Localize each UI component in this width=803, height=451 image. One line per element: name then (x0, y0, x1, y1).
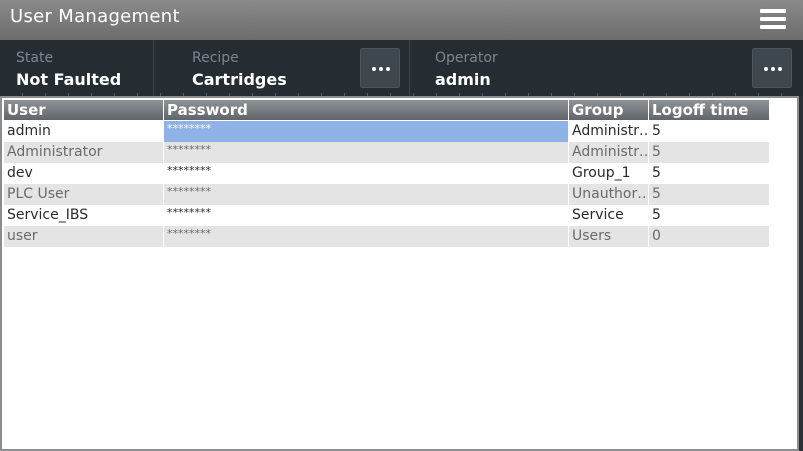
column-header-group[interactable]: Group (569, 100, 649, 120)
column-divider (568, 121, 569, 142)
title-bar: User Management (0, 0, 803, 40)
column-divider (648, 163, 649, 184)
operator-label: Operator (435, 50, 498, 66)
recipe-more-button[interactable] (360, 48, 400, 88)
cell-user[interactable]: Service_IBS (4, 205, 164, 226)
column-divider (163, 142, 164, 163)
cell-password[interactable]: ******** (164, 121, 569, 142)
column-divider (568, 142, 569, 163)
cell-password[interactable]: ******** (164, 142, 569, 163)
cell-password[interactable]: ******** (164, 184, 569, 205)
column-divider (568, 226, 569, 247)
status-bar: State Not Faulted Recipe Cartridges Oper… (0, 40, 803, 96)
cell-user[interactable]: PLC User (4, 184, 164, 205)
cell-user[interactable]: dev (4, 163, 164, 184)
operator-more-button[interactable] (752, 48, 792, 88)
cell-user[interactable]: user (4, 226, 164, 247)
column-divider (163, 184, 164, 205)
column-divider (648, 226, 649, 247)
cell-group[interactable]: Service (569, 205, 649, 226)
column-divider (648, 142, 649, 163)
cell-password[interactable]: ******** (164, 163, 569, 184)
page-title: User Management (10, 6, 180, 27)
cell-group[interactable]: Administr… (569, 142, 649, 163)
column-divider (568, 163, 569, 184)
cell-password[interactable]: ******** (164, 226, 569, 247)
column-header-password[interactable]: Password (164, 100, 569, 120)
column-divider (163, 121, 164, 142)
column-divider (648, 205, 649, 226)
divider (153, 40, 154, 96)
table-row[interactable]: user ******** Users 0 (4, 226, 769, 247)
user-table: User Password Group Logoff time admin ***… (0, 96, 799, 451)
table-row[interactable]: Administrator ******** Administr… 5 (4, 142, 769, 163)
cell-logoff-time[interactable]: 5 (649, 205, 769, 226)
cell-password[interactable]: ******** (164, 205, 569, 226)
table-row[interactable]: PLC User ******** Unauthor… 5 (4, 184, 769, 205)
column-divider (648, 184, 649, 205)
column-divider (648, 121, 649, 142)
table-row[interactable]: dev ******** Group_1 5 (4, 163, 769, 184)
state-label: State (16, 50, 54, 66)
cell-logoff-time[interactable]: 5 (649, 142, 769, 163)
column-divider (163, 163, 164, 184)
cell-user[interactable]: Administrator (4, 142, 164, 163)
column-divider (568, 184, 569, 205)
column-header-logoff-time[interactable]: Logoff time (649, 100, 769, 120)
cell-group[interactable]: Administr… (569, 121, 649, 142)
cell-group[interactable]: Group_1 (569, 163, 649, 184)
operator-value: admin (435, 70, 491, 89)
state-value: Not Faulted (16, 70, 122, 89)
cell-logoff-time[interactable]: 5 (649, 184, 769, 205)
cell-logoff-time[interactable]: 0 (649, 226, 769, 247)
cell-logoff-time[interactable]: 5 (649, 163, 769, 184)
column-divider (163, 205, 164, 226)
cell-group[interactable]: Users (569, 226, 649, 247)
column-divider (163, 226, 164, 247)
cell-logoff-time[interactable]: 5 (649, 121, 769, 142)
table-row[interactable]: admin ******** Administr… 5 (4, 121, 769, 142)
divider (409, 40, 410, 96)
table-row[interactable]: Service_IBS ******** Service 5 (4, 205, 769, 226)
cell-group[interactable]: Unauthor… (569, 184, 649, 205)
column-divider (568, 205, 569, 226)
hamburger-menu-icon[interactable] (760, 9, 786, 29)
recipe-value: Cartridges (192, 70, 287, 89)
column-header-user[interactable]: User (4, 100, 164, 120)
cell-user[interactable]: admin (4, 121, 164, 142)
recipe-label: Recipe (192, 50, 239, 66)
